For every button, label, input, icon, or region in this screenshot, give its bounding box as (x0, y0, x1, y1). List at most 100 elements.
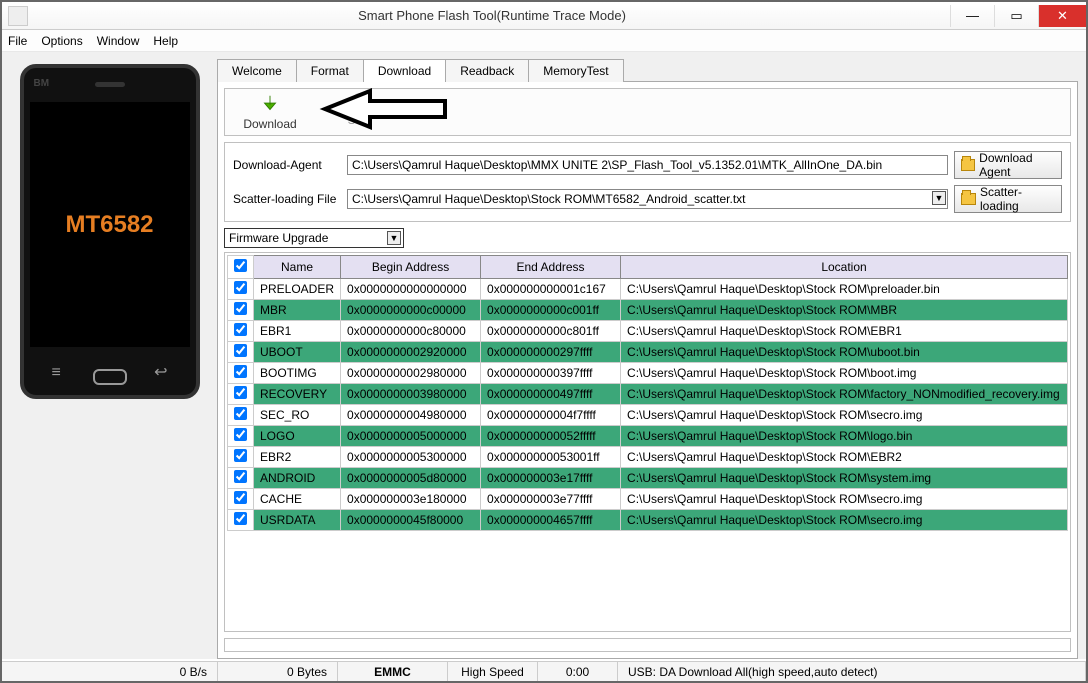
cell-name: SEC_RO (254, 405, 341, 426)
table-row[interactable]: EBR20x00000000053000000x00000000053001ff… (228, 447, 1068, 468)
cell-end: 0x00000000004f7ffff (481, 405, 621, 426)
table-row[interactable]: LOGO0x00000000050000000x000000000052ffff… (228, 426, 1068, 447)
cell-location: C:\Users\Qamrul Haque\Desktop\Stock ROM\… (621, 489, 1068, 510)
close-button[interactable]: ✕ (1038, 5, 1086, 27)
cell-begin: 0x0000000004980000 (341, 405, 481, 426)
tab-strip: Welcome Format Download Readback MemoryT… (217, 58, 1078, 81)
flash-mode-value: Firmware Upgrade (229, 231, 328, 245)
dropdown-arrow-icon: ▼ (387, 231, 401, 245)
tab-memorytest[interactable]: MemoryTest (528, 59, 623, 82)
window-title: Smart Phone Flash Tool(Runtime Trace Mod… (34, 8, 950, 23)
tab-readback[interactable]: Readback (445, 59, 529, 82)
phone-bm-label: BM (34, 78, 50, 89)
paths-panel: Download-Agent Download Agent Scatter-lo… (224, 142, 1071, 222)
col-name[interactable]: Name (254, 256, 341, 279)
titlebar: Smart Phone Flash Tool(Runtime Trace Mod… (2, 2, 1086, 30)
cell-name: ANDROID (254, 468, 341, 489)
cell-end: 0x000000000497ffff (481, 384, 621, 405)
table-row[interactable]: BOOTIMG0x00000000029800000x000000000397f… (228, 363, 1068, 384)
cell-begin: 0x000000003e180000 (341, 489, 481, 510)
flash-mode-dropdown[interactable]: Firmware Upgrade ▼ (224, 228, 404, 248)
cell-name: CACHE (254, 489, 341, 510)
menu-file[interactable]: File (8, 34, 27, 48)
menu-options[interactable]: Options (41, 34, 82, 48)
row-checkbox[interactable] (234, 302, 247, 315)
status-bytes: 0 Bytes (218, 662, 338, 681)
cell-begin: 0x0000000005000000 (341, 426, 481, 447)
maximize-button[interactable]: ▭ (994, 5, 1038, 27)
minimize-button[interactable]: — (950, 5, 994, 27)
cell-location: C:\Users\Qamrul Haque\Desktop\Stock ROM\… (621, 363, 1068, 384)
row-checkbox[interactable] (234, 428, 247, 441)
menu-window[interactable]: Window (97, 34, 140, 48)
cell-location: C:\Users\Qamrul Haque\Desktop\Stock ROM\… (621, 300, 1068, 321)
cell-end: 0x000000004657ffff (481, 510, 621, 531)
table-row[interactable]: MBR0x0000000000c000000x0000000000c001ffC… (228, 300, 1068, 321)
tab-download[interactable]: Download (363, 59, 446, 82)
cell-end: 0x0000000000c001ff (481, 300, 621, 321)
phone-speaker (95, 82, 125, 87)
cell-end: 0x000000000052fffff (481, 426, 621, 447)
table-row[interactable]: ANDROID0x0000000005d800000x000000003e17f… (228, 468, 1068, 489)
cell-name: EBR2 (254, 447, 341, 468)
cell-location: C:\Users\Qamrul Haque\Desktop\Stock ROM\… (621, 405, 1068, 426)
table-row[interactable]: UBOOT0x00000000029200000x000000000297fff… (228, 342, 1068, 363)
cell-begin: 0x0000000005300000 (341, 447, 481, 468)
phone-mock: BM MT6582 ≡ ↩ (20, 64, 200, 399)
cell-name: BOOTIMG (254, 363, 341, 384)
row-checkbox[interactable] (234, 449, 247, 462)
download-agent-button-label: Download Agent (979, 151, 1055, 179)
row-checkbox[interactable] (234, 365, 247, 378)
phone-back-icon: ↩ (154, 362, 167, 382)
table-row[interactable]: RECOVERY0x00000000039800000x000000000497… (228, 384, 1068, 405)
cell-location: C:\Users\Qamrul Haque\Desktop\Stock ROM\… (621, 426, 1068, 447)
row-checkbox[interactable] (234, 491, 247, 504)
cell-location: C:\Users\Qamrul Haque\Desktop\Stock ROM\… (621, 384, 1068, 405)
cell-name: PRELOADER (254, 279, 341, 300)
cell-name: USRDATA (254, 510, 341, 531)
table-row[interactable]: PRELOADER0x00000000000000000x00000000000… (228, 279, 1068, 300)
tab-welcome[interactable]: Welcome (217, 59, 297, 82)
menu-help[interactable]: Help (153, 34, 178, 48)
cell-location: C:\Users\Qamrul Haque\Desktop\Stock ROM\… (621, 342, 1068, 363)
row-checkbox[interactable] (234, 512, 247, 525)
cell-name: LOGO (254, 426, 341, 447)
row-checkbox[interactable] (234, 470, 247, 483)
scatter-loading-button[interactable]: Scatter-loading (954, 185, 1062, 213)
row-checkbox[interactable] (234, 386, 247, 399)
phone-menu-icon: ≡ (52, 364, 61, 382)
row-checkbox[interactable] (234, 323, 247, 336)
cell-location: C:\Users\Qamrul Haque\Desktop\Stock ROM\… (621, 447, 1068, 468)
tab-format[interactable]: Format (296, 59, 364, 82)
header-checkbox[interactable] (234, 259, 247, 272)
stop-icon (351, 93, 369, 111)
table-row[interactable]: CACHE0x000000003e1800000x000000003e77fff… (228, 489, 1068, 510)
cell-begin: 0x0000000005d80000 (341, 468, 481, 489)
cell-begin: 0x0000000000c00000 (341, 300, 481, 321)
table-row[interactable]: USRDATA0x0000000045f800000x000000004657f… (228, 510, 1068, 531)
cell-end: 0x000000000397ffff (481, 363, 621, 384)
cell-begin: 0x0000000002980000 (341, 363, 481, 384)
stop-button[interactable]: Stop (315, 93, 405, 131)
da-label: Download-Agent (233, 158, 341, 172)
cell-end: 0x000000000001c167 (481, 279, 621, 300)
col-begin[interactable]: Begin Address (341, 256, 481, 279)
row-checkbox[interactable] (234, 344, 247, 357)
da-path-input[interactable] (347, 155, 948, 175)
chip-label: MT6582 (65, 211, 153, 239)
table-row[interactable]: SEC_RO0x00000000049800000x00000000004f7f… (228, 405, 1068, 426)
table-row[interactable]: EBR10x0000000000c800000x0000000000c801ff… (228, 321, 1068, 342)
download-agent-button[interactable]: Download Agent (954, 151, 1062, 179)
scatter-path-input[interactable] (347, 189, 948, 209)
cell-end: 0x0000000000c801ff (481, 321, 621, 342)
row-checkbox[interactable] (234, 407, 247, 420)
cell-name: MBR (254, 300, 341, 321)
toolbar: Download Stop (224, 88, 1071, 136)
col-location[interactable]: Location (621, 256, 1068, 279)
col-end[interactable]: End Address (481, 256, 621, 279)
scatter-combo-arrow-icon[interactable]: ▼ (932, 191, 946, 205)
status-storage: EMMC (338, 662, 448, 681)
download-button[interactable]: Download (225, 93, 315, 131)
row-checkbox[interactable] (234, 281, 247, 294)
phone-home-icon (93, 369, 127, 385)
